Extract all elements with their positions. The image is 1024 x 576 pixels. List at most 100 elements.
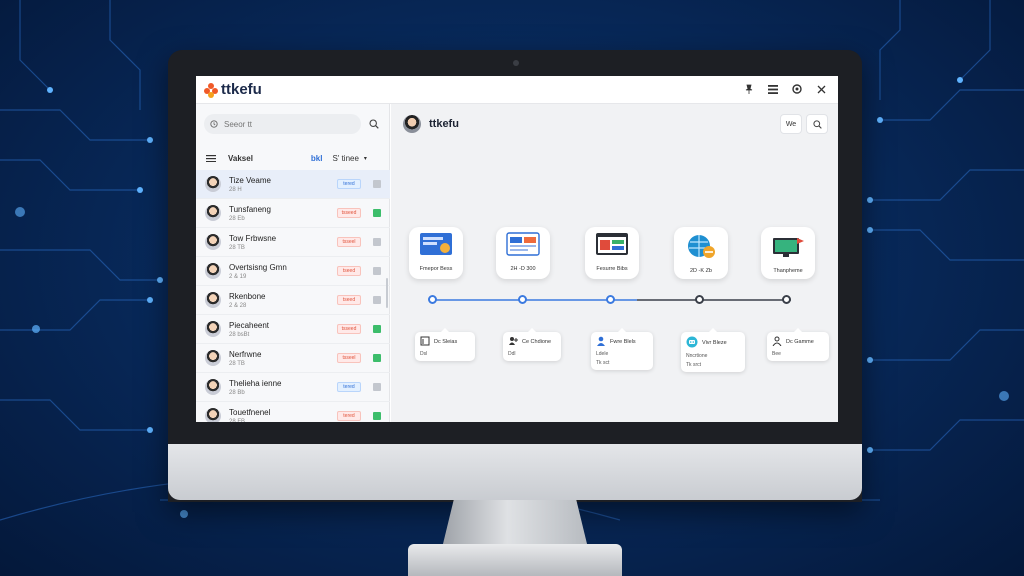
dashboard-icon [506,227,540,263]
search-input[interactable] [224,119,344,129]
avatar[interactable] [403,115,421,133]
avatar [205,321,221,337]
document-icon [420,336,430,348]
step-title: Fwre Blels [610,339,636,345]
row-text: Nerfrwne 28 TB [229,350,321,367]
contact-meta: 28 H [229,186,242,193]
row-text: Piecaheent 28 bsBt [229,321,321,338]
avatar [205,263,221,279]
chat-panel: ttkefu We Fmepor Bess 2H -D 300 Fesurre Bi… [391,104,838,422]
timeline-dot[interactable] [695,295,704,304]
status-badge: tseed [337,266,361,276]
status-badge: tered [337,411,361,421]
timeline-dot[interactable] [518,295,527,304]
contact-name: Tunsfaneng [229,204,271,214]
avatar [205,408,221,422]
step-card[interactable]: Ce Chdione Ddl [503,328,561,361]
status-badge: tsseed [337,324,361,334]
step-card[interactable]: Dc Gamme Bee [767,328,829,361]
avatar [205,176,221,192]
step-title: Dc Gamme [786,339,814,345]
app-window: ttkefu Vaksel bkl [196,76,838,422]
step-card[interactable]: Fwre Blels Ldele Tk sct [591,328,653,370]
contact-meta: 2 & 19 [229,273,247,280]
search-field[interactable] [204,114,361,134]
avatar [205,234,221,250]
status-badge: tsseel [337,237,361,247]
contact-meta: 28 bsBt [229,331,250,338]
webcam [513,60,519,66]
step-action: Tk sct [596,360,610,366]
list-header: Vaksel bkl S' tinee ▾ [196,148,390,168]
step-header: Dc Sleias [420,336,470,348]
node-label: Fesurre Bibs [596,266,628,272]
close-icon[interactable] [814,82,828,96]
list-item[interactable]: Tunsfaneng 28 Eb tsseed [196,199,390,228]
list-item[interactable]: Nerfrwne 28 TB tsseel [196,344,390,373]
step-card[interactable]: Dc Sleias Dsl [415,328,475,361]
list-item[interactable]: Overtsisng Gmn 2 & 19 tseed [196,257,390,286]
list-item[interactable]: Piecaheent 28 bsBt tsseed [196,315,390,344]
list-item[interactable]: Thelieha ienne 28 Bb tered [196,373,390,402]
avatar [205,350,221,366]
channel-icon [373,325,381,333]
workflow-node[interactable]: 2H -D 300 [496,227,550,279]
timeline-dot[interactable] [428,295,437,304]
conversation-sidebar: Vaksel bkl S' tinee ▾ Tize Veame28 H tere… [196,104,390,422]
monitor-chin [168,444,862,500]
header-search-button[interactable] [806,114,828,134]
sidebar-scrollbar[interactable] [386,278,388,308]
node-label: 2D -K Zb [689,268,712,274]
channel-icon [373,383,381,391]
list-item[interactable]: Tize Veame 28 H tered [196,170,390,199]
contact-name: Piecaheent [229,320,270,330]
row-text: Thelieha ienne 28 Bb [229,379,321,396]
workflow-node[interactable]: 2D -K Zb [674,227,728,279]
list-item[interactable]: Touetfnenel 28 FB tered [196,402,390,422]
search-icon[interactable] [366,116,382,132]
pin-icon[interactable] [742,82,756,96]
node-label: 2H -D 300 [510,266,536,272]
status-badge: tseed [337,295,361,305]
step-detail: Bee [772,351,781,357]
status-badge: tsseel [337,353,361,363]
list-item[interactable]: Tow Frbwsne 28 TB tsseel [196,228,390,257]
workflow-node[interactable]: Thanpheme [761,227,815,279]
list-item[interactable]: Rkenbone 2 & 28 tseed [196,286,390,315]
workflow-node[interactable]: Fmepor Bess [409,227,463,279]
step-header: Dc Gamme [772,336,824,348]
settings-icon[interactable] [790,82,804,96]
step-detail: Ldele [596,351,609,357]
step-title: Ce Chdione [522,339,552,345]
contact-meta: 28 TB [229,360,245,367]
user-outline-icon [772,336,782,348]
search-icon [812,119,822,129]
hamburger-icon[interactable] [206,154,216,162]
channel-icon [373,209,381,217]
chat-window-icon [419,227,453,263]
row-text: Tize Veame 28 H [229,176,321,193]
contact-meta: 28 Eb [229,215,245,222]
step-detail: Nncrtione [686,353,708,359]
chat-title: ttkefu [429,118,459,130]
contact-name: Tize Veame [229,175,271,185]
menu-icon[interactable] [766,82,780,96]
channel-icon [373,180,381,188]
filter-tag[interactable]: bkl [311,154,323,163]
timeline-dot[interactable] [606,295,615,304]
workflow-node[interactable]: Fesurre Bibs [585,227,639,279]
header-action-button[interactable]: We [780,114,802,134]
clock-icon [210,120,218,128]
step-card[interactable]: Vivr Bleze Nncrtione Tk srct [681,328,745,372]
contact-name: Rkenbone [229,291,266,301]
channel-icon [373,412,381,420]
chevron-down-icon[interactable]: ▾ [364,155,367,162]
row-text: Rkenbone 2 & 28 [229,292,321,309]
timeline-dot[interactable] [782,295,791,304]
sort-dropdown[interactable]: S' tinee [332,154,358,163]
browser-icon [595,227,629,263]
monitor-flag-icon [771,227,805,265]
logo-icon [204,82,218,98]
contact-meta: 2 & 28 [229,302,247,309]
app-name: ttkefu [221,81,262,98]
